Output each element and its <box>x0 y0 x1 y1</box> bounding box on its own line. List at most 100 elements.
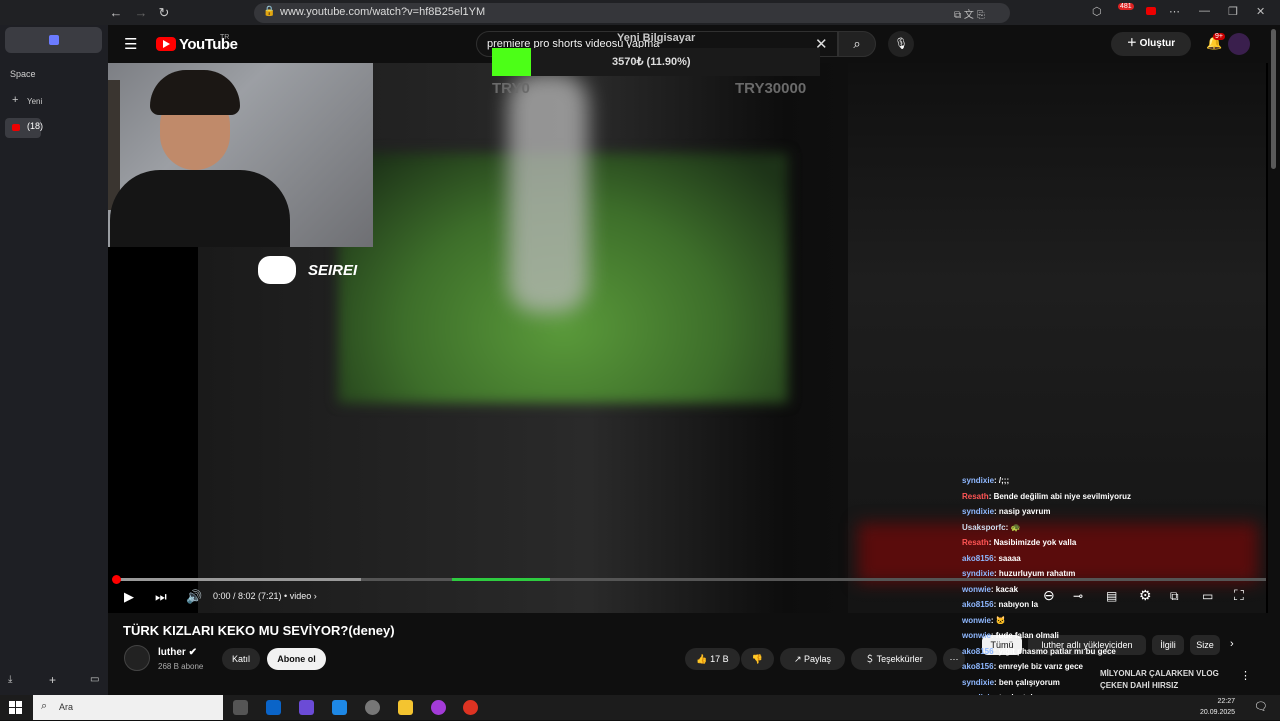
hamburger-menu-icon[interactable]: ☰ <box>124 35 137 53</box>
notification-count-badge: 481 <box>1118 3 1134 10</box>
notification-center-icon[interactable]: 🗨 <box>1254 700 1268 713</box>
dislike-button[interactable]: 👎 <box>741 648 774 670</box>
chat-username[interactable]: Resath <box>962 492 989 501</box>
plus-icon[interactable]: + <box>12 94 18 106</box>
chat-username[interactable]: ako8156 <box>962 647 994 656</box>
share-button[interactable]: ↗ Paylaş <box>780 648 845 670</box>
file-explorer-icon[interactable] <box>398 700 413 715</box>
new-tab-label[interactable]: Yeni <box>27 97 42 106</box>
back-icon[interactable]: ← <box>106 3 126 23</box>
windows-start-icon[interactable] <box>9 701 22 714</box>
suggested-menu-icon[interactable]: ⋮ <box>1240 669 1251 682</box>
chat-username[interactable]: syndixie <box>962 678 994 687</box>
chat-username[interactable]: ako8156 <box>962 662 994 671</box>
footballer-blurred <box>508 73 588 313</box>
chat-text: : Nasibimizde yok valla <box>989 538 1077 547</box>
account-avatar[interactable] <box>1228 33 1250 55</box>
subscriber-count: 268 B abone <box>158 662 203 671</box>
chat-username[interactable]: Resath <box>962 538 989 547</box>
chat-message: syndixie: ben çalışıyorum <box>962 675 1172 691</box>
like-button[interactable]: 👍 17 B <box>685 648 740 670</box>
refresh-icon[interactable]: ↻ <box>154 3 174 23</box>
volume-icon[interactable]: 🔊 <box>186 589 202 605</box>
chat-username[interactable]: ako8156 <box>962 554 994 563</box>
address-bar[interactable]: 🔒 www.youtube.com/watch?v=hf8B25el1YM ⧉ … <box>254 3 1010 23</box>
fullscreen-icon[interactable]: ⛶ <box>1234 587 1244 604</box>
chat-text: : Bende değilim abi niye sevilmiyoruz <box>989 492 1131 501</box>
chat-message: wonwie: kacak <box>962 582 1172 598</box>
obs-icon[interactable] <box>365 700 380 715</box>
next-icon[interactable]: ⏭ <box>155 589 167 605</box>
chat-username[interactable]: Usaksporfc <box>962 523 1006 532</box>
thumbs-up-icon: 👍 <box>696 654 707 664</box>
chevron-right-icon[interactable]: › <box>1230 638 1234 650</box>
video-title: TÜRK KIZLARI KEKO MU SEVİYOR?(deney) <box>123 623 395 638</box>
chat-message: ako8156: emreyle biz varız gece <box>962 659 1172 675</box>
goal-progress-bar: 3570₺ (11.90%) <box>492 48 820 76</box>
discord-icon <box>258 256 296 284</box>
chat-message: syndixie: nasip yavrum <box>962 504 1172 520</box>
theater-mode-icon[interactable]: ▭ <box>1202 589 1213 603</box>
chat-username[interactable]: wonwie <box>962 616 991 625</box>
forward-icon[interactable]: → <box>131 3 151 23</box>
page-scrollbar[interactable] <box>1268 25 1280 695</box>
chat-username[interactable]: ako8156 <box>962 600 994 609</box>
chat-username[interactable]: wonwie <box>962 631 991 640</box>
chapter-label[interactable]: video <box>290 591 312 601</box>
restore-icon[interactable]: ❐ <box>1228 5 1238 18</box>
outlook-icon[interactable] <box>266 700 281 715</box>
store-icon[interactable] <box>332 700 347 715</box>
subscribe-button[interactable]: Abone ol <box>267 648 326 670</box>
more-options-icon[interactable]: ⋯ <box>1169 5 1180 18</box>
minimize-icon[interactable]: — <box>1199 5 1210 17</box>
scrubber-handle[interactable] <box>112 575 121 584</box>
create-button[interactable]: ＋ Oluştur <box>1111 32 1191 56</box>
close-window-icon[interactable]: ✕ <box>1256 5 1265 18</box>
lock-icon: 🔒 <box>263 6 275 17</box>
join-button[interactable]: Katıl <box>222 648 260 670</box>
chat-username[interactable]: syndixie <box>962 507 994 516</box>
chat-message: wonwie: 🐱 <box>962 613 1172 629</box>
channel-avatar[interactable] <box>124 645 150 671</box>
chat-username[interactable]: wonwie <box>962 585 991 594</box>
youtube-ext-icon[interactable] <box>1146 7 1156 15</box>
chat-username[interactable]: syndixie <box>962 476 994 485</box>
extension-icon[interactable]: ⬡ <box>1092 5 1102 18</box>
chip-for-you[interactable]: Size <box>1190 635 1220 655</box>
chat-text: : huzurluyum rahatım <box>994 569 1075 578</box>
copilot-icon[interactable] <box>299 700 314 715</box>
channel-name[interactable]: luther ✔ <box>158 647 197 658</box>
chat-message: ako8156: saaaa <box>962 551 1172 567</box>
chat-text: : 🐢 <box>1006 523 1021 532</box>
taskbar-search[interactable]: ⌕ Ara <box>33 695 223 720</box>
download-icon[interactable]: ⤓ <box>8 674 12 685</box>
system-clock[interactable]: 22:27 20.09.2025 <box>1200 696 1235 718</box>
chat-username[interactable]: syndixie <box>962 569 994 578</box>
search-button[interactable]: ⌕ <box>838 31 876 57</box>
workspace-button[interactable] <box>5 27 102 53</box>
clock-date: 20.09.2025 <box>1200 707 1235 718</box>
add-icon[interactable]: + <box>49 673 56 687</box>
chat-text: : saaaa <box>994 554 1021 563</box>
thanks-button[interactable]: ＄ Teşekkürler <box>851 648 937 670</box>
chat-text: : nasip yavrum <box>994 507 1050 516</box>
task-view-icon[interactable] <box>233 700 248 715</box>
goal-min-label: TRY0 <box>492 80 530 97</box>
browser-icon[interactable] <box>431 700 446 715</box>
clock-time: 22:27 <box>1200 696 1235 707</box>
voice-search-icon[interactable]: 🎙 <box>888 31 914 57</box>
search-icon: ⌕ <box>853 36 860 51</box>
chat-text: : yiğit phasmo patlar mı bu gece <box>994 647 1116 656</box>
scrollbar-thumb[interactable] <box>1271 29 1276 169</box>
tab-title: (18) <box>27 121 43 131</box>
chat-message: syndixie: huzurluyum rahatım <box>962 566 1172 582</box>
tab-actions-icon[interactable]: ⧉ 文 ⎘ <box>954 6 985 21</box>
app-icon[interactable] <box>463 700 478 715</box>
play-icon[interactable]: ▶ <box>124 589 134 605</box>
country-code: TR <box>220 34 229 41</box>
streamer-body <box>110 170 290 247</box>
sidebar-toggle-icon[interactable]: ▭ <box>90 674 99 685</box>
sidebar-tab-youtube[interactable]: (18) <box>5 118 41 138</box>
chat-overlay: syndixie: /;;;Resath: Bende değilim abi … <box>962 473 1172 721</box>
chat-text: : fude falan olmali <box>991 631 1059 640</box>
